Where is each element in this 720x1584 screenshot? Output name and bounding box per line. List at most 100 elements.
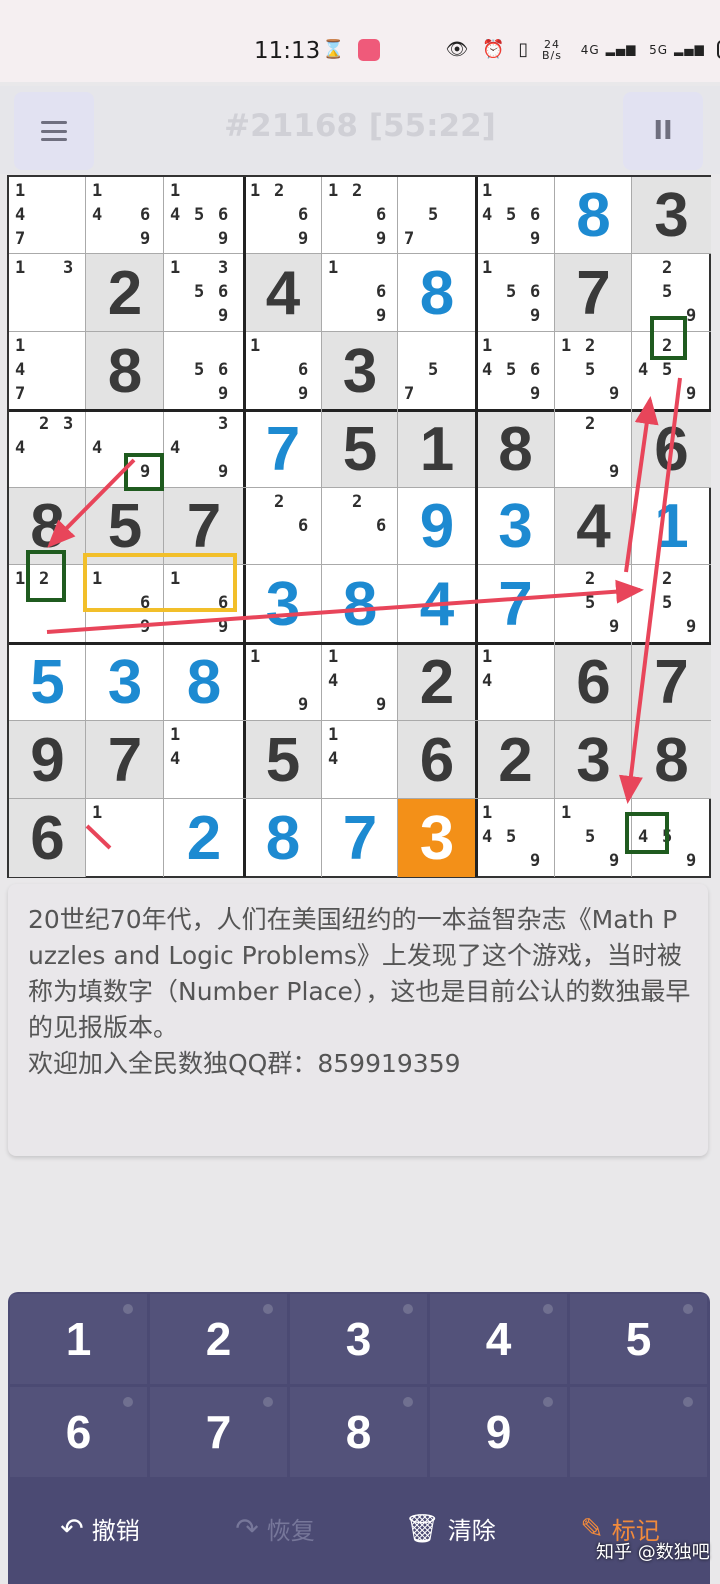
- key-2[interactable]: 2: [150, 1294, 287, 1384]
- cell-r3c9[interactable]: 2459: [632, 332, 711, 410]
- cell-r9c9[interactable]: 459: [632, 799, 711, 877]
- redo-button[interactable]: ↷ 恢复: [200, 1490, 350, 1566]
- cell-r1c5[interactable]: 126 9: [322, 177, 398, 254]
- cell-r4c2[interactable]: 49: [86, 410, 164, 488]
- key-7[interactable]: 7: [150, 1387, 287, 1477]
- cell-r5c4[interactable]: 26: [244, 488, 322, 565]
- cell-r7c7[interactable]: 14: [476, 643, 555, 721]
- cell-r5c5[interactable]: 26: [322, 488, 398, 565]
- cell-r9c3[interactable]: 2: [164, 799, 244, 877]
- cell-r6c7[interactable]: 7: [476, 565, 555, 643]
- cell-r1c4[interactable]: 126 9: [244, 177, 322, 254]
- cell-r9c7[interactable]: 1 459: [476, 799, 555, 877]
- cell-r5c9[interactable]: 1: [632, 488, 711, 565]
- key-8[interactable]: 8: [290, 1387, 427, 1477]
- cell-r1c8[interactable]: 8: [555, 177, 632, 254]
- cell-r6c5[interactable]: 8: [322, 565, 398, 643]
- cell-r1c6[interactable]: 57: [398, 177, 476, 254]
- cell-r3c4[interactable]: 1 6 9: [244, 332, 322, 410]
- pause-button[interactable]: II: [623, 92, 703, 170]
- cell-r2c8[interactable]: 7: [555, 254, 632, 332]
- cell-r9c2[interactable]: 1: [86, 799, 164, 877]
- cell-r9c8[interactable]: 159: [555, 799, 632, 877]
- cell-r2c4[interactable]: 4: [244, 254, 322, 332]
- cell-r8c5[interactable]: 14: [322, 721, 398, 799]
- cell-r2c3[interactable]: 1 356 9: [164, 254, 244, 332]
- cell-r8c1[interactable]: 9: [9, 721, 86, 799]
- cell-r4c9[interactable]: 6: [632, 410, 711, 488]
- cell-r7c9[interactable]: 7: [632, 643, 711, 721]
- cell-r7c2[interactable]: 3: [86, 643, 164, 721]
- cell-r3c8[interactable]: 12 59: [555, 332, 632, 410]
- cell-r2c7[interactable]: 1569: [476, 254, 555, 332]
- cell-r3c1[interactable]: 1 4 7: [9, 332, 86, 410]
- cell-r4c8[interactable]: 29: [555, 410, 632, 488]
- cell-r2c1[interactable]: 13: [9, 254, 86, 332]
- cell-r1c1[interactable]: 1 4 7: [9, 177, 86, 254]
- cell-r4c5[interactable]: 5: [322, 410, 398, 488]
- cell-r1c7[interactable]: 1 456 9: [476, 177, 555, 254]
- cell-r7c3[interactable]: 8: [164, 643, 244, 721]
- cell-r9c1[interactable]: 6: [9, 799, 86, 877]
- cell-r6c2[interactable]: 1 6 9: [86, 565, 164, 643]
- candidate-9: 9: [530, 384, 541, 404]
- cell-r3c5[interactable]: 3: [322, 332, 398, 410]
- cell-r1c2[interactable]: 1 4 6 9: [86, 177, 164, 254]
- cell-r2c6[interactable]: 8: [398, 254, 476, 332]
- cell-r6c4[interactable]: 3: [244, 565, 322, 643]
- candidate-4: [558, 825, 582, 849]
- cell-r6c3[interactable]: 1 6 9: [164, 565, 244, 643]
- cell-r6c8[interactable]: 2 59: [555, 565, 632, 643]
- cell-r8c3[interactable]: 14: [164, 721, 244, 799]
- key-1[interactable]: 1: [10, 1294, 147, 1384]
- cell-r4c1[interactable]: 23 4: [9, 410, 86, 488]
- cell-r3c7[interactable]: 1 456 9: [476, 332, 555, 410]
- candidate-9: 9: [218, 384, 229, 404]
- cell-r8c6[interactable]: 6: [398, 721, 476, 799]
- cell-r7c1[interactable]: 5: [9, 643, 86, 721]
- key-4[interactable]: 4: [430, 1294, 567, 1384]
- cell-r5c1[interactable]: 8: [9, 488, 86, 565]
- cell-r4c6[interactable]: 1: [398, 410, 476, 488]
- cell-r8c7[interactable]: 2: [476, 721, 555, 799]
- key-6[interactable]: 6: [10, 1387, 147, 1477]
- cell-r5c7[interactable]: 3: [476, 488, 555, 565]
- cell-r1c9[interactable]: 3: [632, 177, 711, 254]
- cell-r1c3[interactable]: 1 456 9: [164, 177, 244, 254]
- cell-r7c8[interactable]: 6: [555, 643, 632, 721]
- cell-r6c6[interactable]: 4: [398, 565, 476, 643]
- cell-r9c5[interactable]: 7: [322, 799, 398, 877]
- cell-r7c6[interactable]: 2: [398, 643, 476, 721]
- clear-button[interactable]: 🗑 清除: [375, 1490, 525, 1566]
- cell-r9c4[interactable]: 8: [244, 799, 322, 877]
- cell-r8c9[interactable]: 8: [632, 721, 711, 799]
- key-9[interactable]: 9: [430, 1387, 567, 1477]
- cell-r4c7[interactable]: 8: [476, 410, 555, 488]
- key-5[interactable]: 5: [570, 1294, 707, 1384]
- cell-r4c3[interactable]: 3 4 9: [164, 410, 244, 488]
- cell-r7c4[interactable]: 19: [244, 643, 322, 721]
- cell-r6c1[interactable]: 12: [9, 565, 86, 643]
- cell-r7c5[interactable]: 1 4 9: [322, 643, 398, 721]
- key-label: 8: [345, 1406, 372, 1458]
- cell-r8c4[interactable]: 5: [244, 721, 322, 799]
- cell-r9c6[interactable]: 3: [398, 799, 476, 877]
- cell-r6c9[interactable]: 2 59: [632, 565, 711, 643]
- cell-r5c3[interactable]: 7: [164, 488, 244, 565]
- cell-r8c8[interactable]: 3: [555, 721, 632, 799]
- candidate-8: [582, 460, 606, 484]
- cell-r5c6[interactable]: 9: [398, 488, 476, 565]
- cell-r5c2[interactable]: 5: [86, 488, 164, 565]
- cell-r3c2[interactable]: 8: [86, 332, 164, 410]
- key-3[interactable]: 3: [290, 1294, 427, 1384]
- cell-r5c8[interactable]: 4: [555, 488, 632, 565]
- cell-r2c5[interactable]: 1 6 9: [322, 254, 398, 332]
- cell-r3c3[interactable]: 56 9: [164, 332, 244, 410]
- cell-r4c4[interactable]: 7: [244, 410, 322, 488]
- cell-r2c9[interactable]: 2 59: [632, 254, 711, 332]
- undo-button[interactable]: ↶ 撤销: [20, 1490, 180, 1566]
- cell-r8c2[interactable]: 7: [86, 721, 164, 799]
- menu-button[interactable]: [14, 92, 94, 170]
- cell-r2c2[interactable]: 2: [86, 254, 164, 332]
- cell-r3c6[interactable]: 57: [398, 332, 476, 410]
